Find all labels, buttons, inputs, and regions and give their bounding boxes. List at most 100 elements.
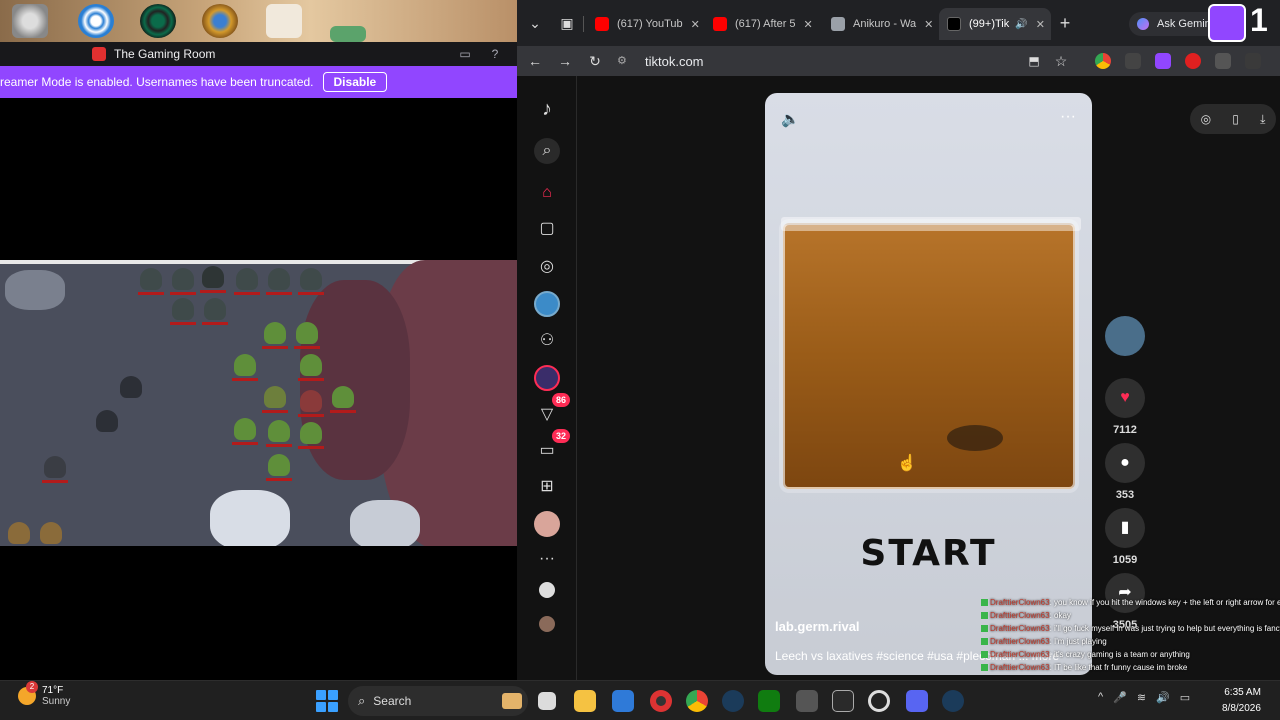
- epic-games-icon[interactable]: [832, 690, 854, 712]
- download-icon[interactable]: ⤓: [1260, 112, 1265, 127]
- windows-start-button[interactable]: [316, 690, 338, 712]
- site-info-icon[interactable]: ⚙: [617, 54, 631, 68]
- extension-shield-icon[interactable]: [1125, 53, 1141, 69]
- new-tab-button[interactable]: +: [1055, 13, 1075, 33]
- desktop-icon-app-3[interactable]: [140, 4, 176, 38]
- close-tab-icon[interactable]: ✕: [691, 18, 700, 31]
- orc-unit[interactable]: [266, 454, 292, 481]
- home-icon[interactable]: ⌂: [534, 180, 560, 206]
- comment-button[interactable]: ● 353: [1103, 443, 1147, 501]
- app-ring-icon[interactable]: [868, 690, 890, 712]
- steam-icon[interactable]: [722, 690, 744, 712]
- player-unit[interactable]: [8, 522, 30, 544]
- desktop-icon-avatar[interactable]: [266, 4, 302, 38]
- like-button[interactable]: ♥ 7112: [1103, 378, 1147, 436]
- tiktok-logo-icon[interactable]: ♪: [534, 96, 560, 122]
- neutral-unit[interactable]: [120, 376, 142, 398]
- enemy-unit[interactable]: [170, 268, 196, 295]
- taskbar-clock[interactable]: 6:35 AM 8/8/2026: [1222, 685, 1261, 717]
- enemy-unit[interactable]: [138, 268, 164, 295]
- inbox-icon[interactable]: ▽ 86: [534, 393, 571, 428]
- address-bar[interactable]: ⚙ tiktok.com: [617, 49, 1067, 73]
- following-avatar[interactable]: [539, 616, 555, 632]
- desktop-icon-hearthstone[interactable]: [202, 4, 238, 38]
- tab-search-icon[interactable]: ⌄: [525, 13, 545, 33]
- mic-icon[interactable]: 🎤: [1113, 691, 1127, 704]
- orc-unit[interactable]: [262, 386, 288, 413]
- tab-youtube-2[interactable]: (617) After 5 ✕: [705, 8, 819, 40]
- xbox-icon[interactable]: [758, 690, 780, 712]
- task-view-icon[interactable]: [538, 692, 556, 710]
- shop-icon[interactable]: ▢: [534, 216, 560, 242]
- app-i7-icon[interactable]: [796, 690, 818, 712]
- close-tab-icon[interactable]: ✕: [924, 18, 933, 31]
- desktop-icon-uplay[interactable]: [78, 4, 114, 38]
- following-avatar[interactable]: [539, 582, 555, 598]
- enemy-unit[interactable]: [266, 268, 292, 295]
- orc-unit[interactable]: [298, 354, 324, 381]
- messages-icon[interactable]: ▭ 32: [534, 429, 571, 464]
- audio-playing-icon[interactable]: 🔊: [1015, 19, 1027, 30]
- tray-chevron-icon[interactable]: ^: [1098, 691, 1103, 704]
- orc-unit[interactable]: [262, 322, 288, 349]
- neutral-unit[interactable]: [96, 410, 118, 432]
- enemy-unit[interactable]: [234, 268, 260, 295]
- save-button[interactable]: ▮ 1059: [1103, 508, 1147, 566]
- disable-streamer-mode-button[interactable]: Disable: [322, 72, 388, 92]
- orc-unit[interactable]: [294, 322, 320, 349]
- more-icon[interactable]: ···: [534, 546, 560, 572]
- video-username[interactable]: lab.germ.rival: [775, 619, 860, 634]
- creator-avatar[interactable]: [1103, 316, 1147, 356]
- orc-unit[interactable]: [232, 354, 258, 381]
- store-icon[interactable]: [612, 690, 634, 712]
- tab-groups-icon[interactable]: ▣: [557, 13, 577, 33]
- following-icon[interactable]: ⚇: [534, 328, 560, 354]
- help-icon[interactable]: ?: [487, 46, 503, 62]
- orc-unit[interactable]: [266, 420, 292, 447]
- live-avatar[interactable]: [534, 291, 560, 317]
- extension-red-icon[interactable]: [1185, 53, 1201, 69]
- steam-2-icon[interactable]: [942, 690, 964, 712]
- desktop-icon-app-1[interactable]: [12, 4, 48, 38]
- sidebar-panel-icon[interactable]: [1245, 53, 1261, 69]
- reload-button[interactable]: ↻: [585, 51, 605, 71]
- wifi-icon[interactable]: ≋: [1137, 691, 1146, 704]
- enemy-unit[interactable]: [170, 298, 196, 325]
- install-app-icon[interactable]: ⬒: [1024, 51, 1044, 71]
- forward-button[interactable]: →: [555, 51, 575, 71]
- taskbar-search[interactable]: ⌕ Search: [348, 686, 528, 716]
- close-tab-icon[interactable]: ✕: [804, 18, 813, 31]
- popout-icon[interactable]: ▭: [457, 46, 473, 62]
- weather-widget[interactable]: 2 71°F Sunny: [18, 681, 70, 707]
- enemy-unit[interactable]: [298, 268, 324, 295]
- search-icon[interactable]: ⌕: [534, 138, 560, 164]
- enemy-unit[interactable]: [200, 266, 226, 293]
- explore-icon[interactable]: ◎: [534, 254, 560, 280]
- volume-icon[interactable]: 🔈: [781, 110, 800, 128]
- explore-tool-icon[interactable]: ◎: [1201, 112, 1211, 126]
- tab-youtube-1[interactable]: (617) YouTub ✕: [587, 8, 701, 40]
- video-player[interactable]: 🔈 ··· START lab.germ.rival Leech vs laxa…: [765, 93, 1092, 675]
- volume-tray-icon[interactable]: 🔊: [1156, 691, 1170, 704]
- file-explorer-icon[interactable]: [574, 690, 596, 712]
- enemy-unit[interactable]: [202, 298, 228, 325]
- bookmark-star-icon[interactable]: ☆: [1051, 51, 1071, 71]
- extension-twitch-icon[interactable]: [1155, 53, 1171, 69]
- game-stream-view[interactable]: [0, 260, 517, 546]
- orc-unit[interactable]: [298, 390, 324, 417]
- chrome-icon[interactable]: [686, 690, 708, 712]
- player-unit[interactable]: [42, 456, 68, 483]
- tab-anikuro[interactable]: Anikuro - Wa ✕: [823, 8, 937, 40]
- extension-chrome-icon[interactable]: [1095, 53, 1111, 69]
- more-options-icon[interactable]: ···: [1060, 108, 1076, 126]
- battery-icon[interactable]: ▭: [1180, 691, 1190, 704]
- upload-icon[interactable]: ⊞: [534, 474, 560, 500]
- back-button[interactable]: ←: [525, 51, 545, 71]
- player-unit[interactable]: [40, 522, 62, 544]
- profile-avatar[interactable]: [534, 511, 560, 537]
- desktop-icon-app-6[interactable]: [330, 26, 366, 42]
- orc-unit[interactable]: [232, 418, 258, 445]
- close-tab-icon[interactable]: ✕: [1036, 18, 1045, 31]
- orc-unit[interactable]: [330, 386, 356, 413]
- app-red-icon[interactable]: [650, 690, 672, 712]
